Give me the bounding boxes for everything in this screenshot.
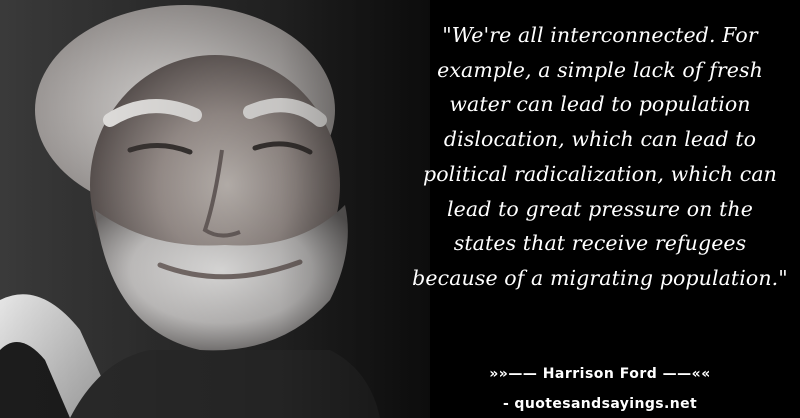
author-attribution: »»—— Harrison Ford ——«« bbox=[489, 366, 711, 382]
source-credit: - quotesandsayings.net bbox=[502, 396, 698, 412]
quote-text: "We're all interconnected. For example, … bbox=[412, 23, 788, 290]
quote-block: "We're all interconnected. For example, … bbox=[405, 18, 795, 318]
quote-card: "We're all interconnected. For example, … bbox=[0, 0, 800, 418]
